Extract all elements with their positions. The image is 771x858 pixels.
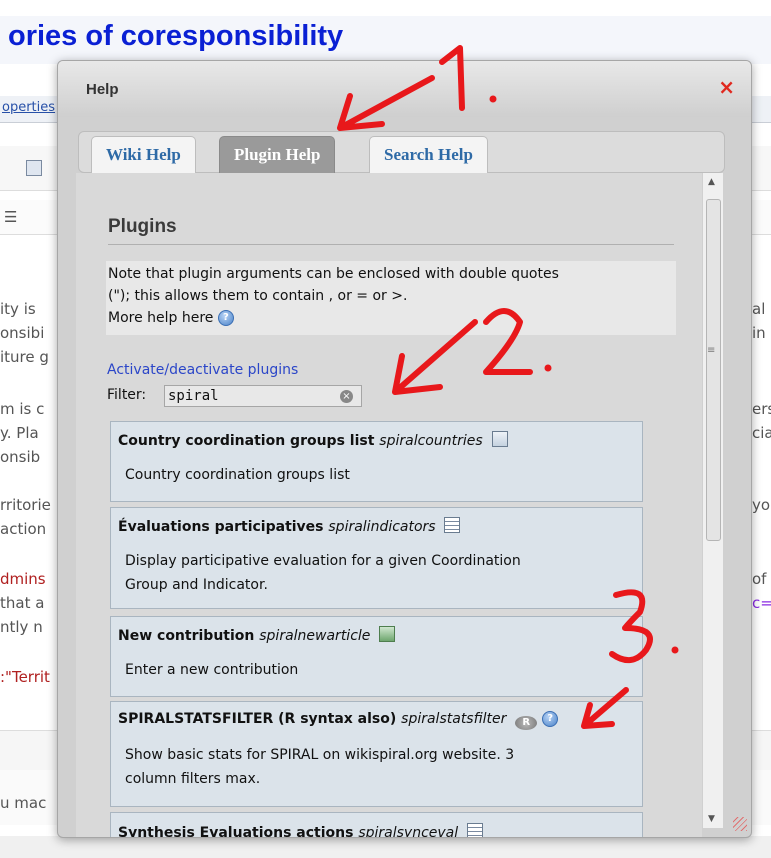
help-dialog: Help × Wiki Help Plugin Help Search Help… (57, 60, 752, 838)
tab-search-help[interactable]: Search Help (369, 136, 488, 173)
plugin-item: Country coordination groups list spiralc… (110, 421, 643, 502)
close-button[interactable]: × (718, 77, 735, 97)
calculator-icon[interactable] (444, 517, 461, 533)
plugin-item: New contribution spiralnewarticle Enter … (110, 616, 643, 697)
plugin-description: Display participative evaluation for a g… (125, 549, 521, 597)
more-help-text: More help here (108, 310, 214, 326)
plugin-header: Synthesis Evaluations actions spiralsync… (118, 823, 484, 837)
background-tab-link[interactable]: operties (2, 100, 55, 115)
page-title: ories of coresponsibility (8, 20, 344, 52)
background-text: c= (752, 594, 771, 612)
background-text: al (752, 300, 766, 318)
dialog-titlebar[interactable]: Help × (58, 61, 751, 117)
background-text: rritorie (0, 496, 51, 514)
note-box: Note that plugin arguments can be enclos… (106, 261, 676, 335)
background-text: ity is (0, 300, 36, 318)
filter-label: Filter: (107, 387, 147, 403)
note-line: ("); this allows them to contain , or = … (108, 288, 408, 304)
activate-plugins-link[interactable]: Activate/deactivate plugins (107, 362, 298, 378)
background-text: dmins (0, 570, 46, 588)
plugin-description-line: Group and Indicator. (125, 577, 268, 593)
calculator-icon[interactable] (467, 823, 484, 837)
background-text: cia (752, 424, 771, 442)
plugin-name: Évaluations participatives (118, 519, 324, 535)
help-icon[interactable]: ? (542, 711, 559, 727)
background-text: y. Pla (0, 424, 39, 442)
tab-wiki-help[interactable]: Wiki Help (91, 136, 196, 173)
background-text: onsibi (0, 324, 45, 342)
background-text: m is c (0, 400, 45, 418)
background-text: yo (752, 496, 771, 514)
background-text: :"Territ (0, 668, 50, 686)
background-bottom-bar (0, 836, 771, 858)
background-text: onsib (0, 448, 41, 466)
background-text: that a (0, 594, 45, 612)
plugin-code: spiralnewarticle (259, 628, 371, 644)
background-text: u mac (0, 794, 47, 812)
plugin-description-line: Show basic stats for SPIRAL on wikispira… (125, 747, 515, 763)
copy-icon[interactable] (26, 160, 42, 176)
plugin-item: Évaluations participatives spiralindicat… (110, 507, 643, 609)
plugin-name: New contribution (118, 628, 255, 644)
help-content: Plugins Note that plugin arguments can b… (76, 173, 702, 837)
scroll-up-arrow-icon[interactable]: ▲ (708, 177, 715, 187)
list-icon[interactable]: ☰ (4, 208, 17, 226)
plugin-code: spiralcountries (379, 433, 483, 449)
plugin-header: Évaluations participatives spiralindicat… (118, 517, 461, 535)
form-icon[interactable] (379, 626, 396, 642)
scroll-down-arrow-icon[interactable]: ▼ (708, 814, 715, 824)
scrollbar-grip-icon: ≡ (707, 345, 716, 356)
table-icon[interactable] (491, 431, 508, 447)
background-text: ntly n (0, 618, 43, 636)
help-icon[interactable]: ? (217, 310, 234, 326)
scrollbar-thumb[interactable] (706, 199, 721, 541)
plugin-code: spiralindicators (328, 519, 436, 535)
plugin-description: Enter a new contribution (125, 662, 299, 678)
plugin-item: Synthesis Evaluations actions spiralsync… (110, 812, 643, 837)
plugin-header: New contribution spiralnewarticle (118, 626, 396, 644)
r-logo-icon[interactable]: R (515, 716, 538, 730)
background-text: action (0, 520, 47, 538)
background-text: in (752, 324, 766, 342)
clear-filter-icon[interactable]: × (340, 390, 353, 403)
tab-plugin-help[interactable]: Plugin Help (219, 136, 336, 173)
plugin-name: SPIRALSTATSFILTER (R syntax also) (118, 711, 397, 727)
plugin-header: SPIRALSTATSFILTER (R syntax also) spiral… (118, 711, 559, 730)
section-heading: Plugins (108, 216, 674, 245)
background-text: iture g (0, 348, 49, 366)
plugin-description: Show basic stats for SPIRAL on wikispira… (125, 743, 514, 791)
background-text: of c (752, 570, 771, 588)
more-help-row: More help here ? (108, 307, 674, 329)
dialog-title: Help (86, 81, 119, 98)
background-text: ers (752, 400, 771, 418)
plugin-description-line: Display participative evaluation for a g… (125, 553, 521, 569)
note-line: Note that plugin arguments can be enclos… (108, 266, 559, 282)
vertical-scrollbar[interactable]: ▲ ≡ ▼ (702, 173, 723, 828)
plugin-name: Country coordination groups list (118, 433, 375, 449)
plugin-description-line: column filters max. (125, 771, 261, 787)
page-title-bar: ories of coresponsibility (0, 16, 771, 64)
plugin-name: Synthesis Evaluations actions (118, 825, 354, 837)
plugin-description: Country coordination groups list (125, 467, 350, 483)
plugin-code: spiralstatsfilter (401, 711, 507, 727)
plugin-header: Country coordination groups list spiralc… (118, 431, 508, 449)
resize-handle-icon[interactable] (733, 817, 747, 831)
filter-input[interactable]: spiral (164, 385, 362, 407)
plugin-code: spiralsynceval (358, 825, 459, 837)
tab-bar: Wiki Help Plugin Help Search Help (78, 131, 725, 173)
plugin-item: SPIRALSTATSFILTER (R syntax also) spiral… (110, 701, 643, 807)
